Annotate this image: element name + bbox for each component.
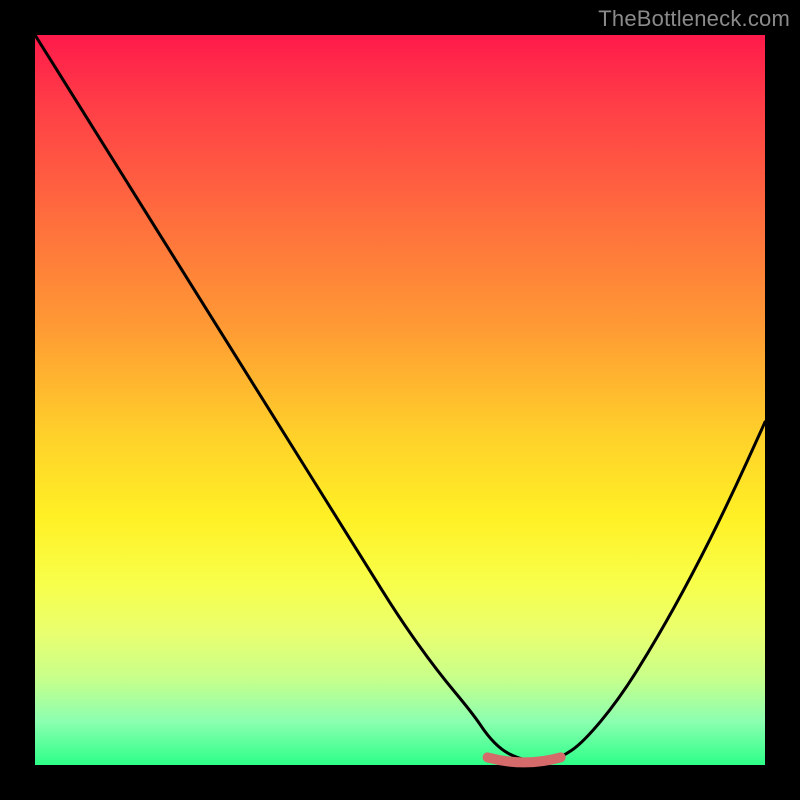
bottleneck-line	[35, 35, 765, 761]
optimal-segment	[488, 757, 561, 762]
watermark-text: TheBottleneck.com	[598, 6, 790, 32]
bottleneck-curve	[35, 35, 765, 765]
gradient-plot-area	[35, 35, 765, 765]
chart-frame: TheBottleneck.com	[0, 0, 800, 800]
